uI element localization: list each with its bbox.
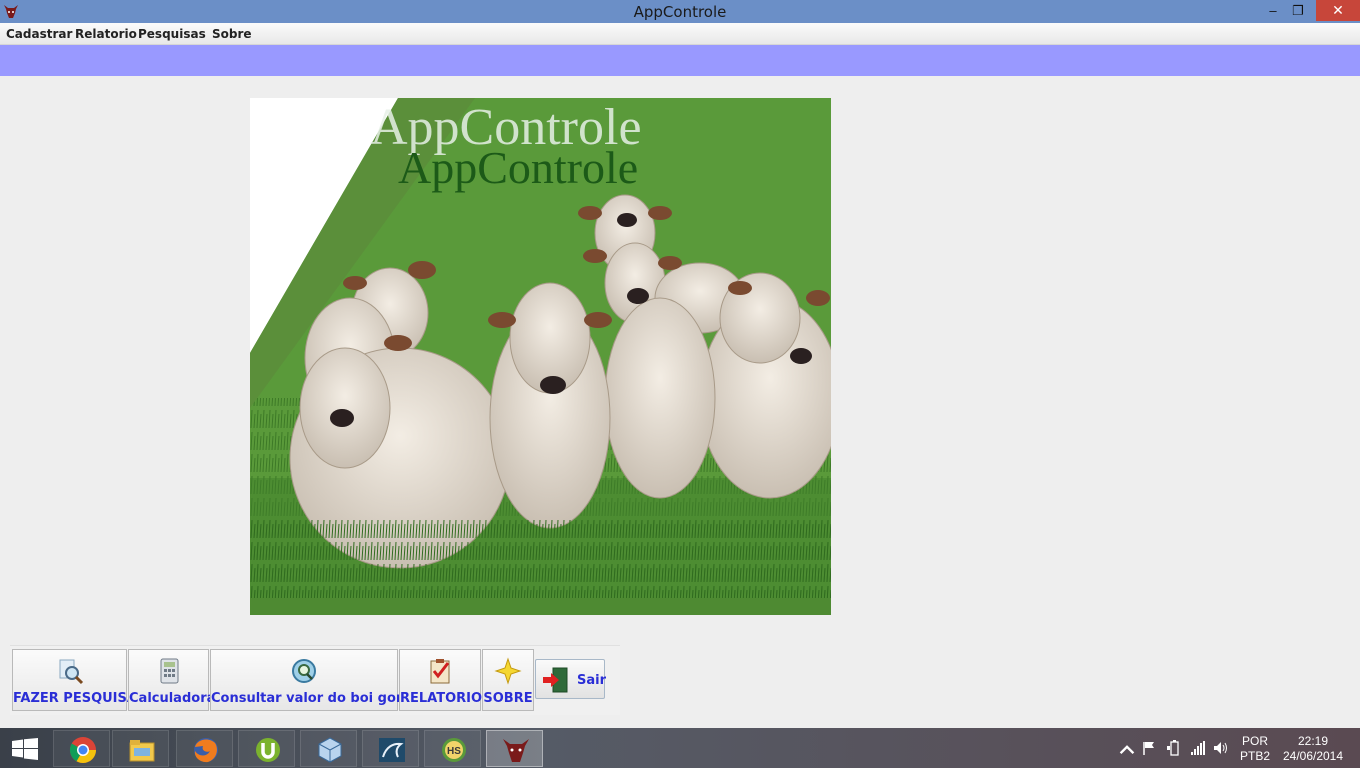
exit-door-icon xyxy=(543,667,568,693)
calculator-icon xyxy=(160,658,178,684)
calculadora-label: Calculadora xyxy=(129,691,216,706)
relatorio-label: RELATORIO xyxy=(400,691,483,706)
taskbar-explorer[interactable] xyxy=(112,730,169,767)
fazer-pesquisa-label: FAZER PESQUISA xyxy=(13,691,137,706)
volume-icon[interactable] xyxy=(1213,740,1229,756)
language-code: POR xyxy=(1241,734,1268,748)
star-icon xyxy=(494,657,522,685)
relatorio-button[interactable]: RELATORIO xyxy=(399,649,483,711)
maximize-button[interactable]: ❐ xyxy=(1286,0,1310,21)
firefox-icon xyxy=(194,738,218,763)
action-toolbar: FAZER PESQUISA Calculadora Consultar val… xyxy=(10,645,620,715)
title-bar: AppControle ‒ ❐ ✕ xyxy=(0,0,1360,23)
appcontrole-bull-icon xyxy=(503,739,529,762)
taskbar-mysql[interactable] xyxy=(362,730,419,767)
show-hidden-icons-icon[interactable] xyxy=(1119,742,1135,758)
header-band xyxy=(0,45,1360,76)
consultar-valor-label: Consultar valor do boi gordo xyxy=(211,691,421,706)
taskbar-hs[interactable]: HS xyxy=(424,730,481,767)
hero-image: AppControle AppControle xyxy=(250,98,831,615)
keyboard-layout: PTB2 xyxy=(1239,749,1270,763)
taskbar-chrome[interactable] xyxy=(53,730,110,767)
clock-time: 22:19 xyxy=(1297,734,1329,748)
chrome-icon xyxy=(69,737,97,764)
file-explorer-icon xyxy=(129,740,155,762)
menu-cadastrar[interactable]: Cadastrar xyxy=(6,27,72,41)
virtualbox-icon xyxy=(318,737,342,763)
fazer-pesquisa-button[interactable]: FAZER PESQUISA xyxy=(12,649,137,711)
clock-date: 24/06/2014 xyxy=(1282,749,1344,763)
taskbar-virtualbox[interactable] xyxy=(300,730,357,767)
magnifier-document-icon xyxy=(59,659,83,685)
utorrent-icon xyxy=(256,738,280,762)
brand-title-shadow: AppControle xyxy=(398,142,639,193)
menu-bar: Cadastrar Relatorio Pesquisas Sobre xyxy=(0,23,1360,45)
window-title: AppControle xyxy=(633,3,727,21)
svg-text:HS: HS xyxy=(447,746,461,757)
clipboard-check-icon xyxy=(430,659,450,684)
taskbar-appcontrole[interactable] xyxy=(486,730,543,767)
system-clock[interactable]: 22:19 24/06/2014 xyxy=(1280,734,1346,764)
calculadora-button[interactable]: Calculadora xyxy=(128,649,216,711)
menu-pesquisas[interactable]: Pesquisas xyxy=(138,27,206,41)
sair-label: Sair xyxy=(577,673,607,688)
menu-sobre[interactable]: Sobre xyxy=(212,27,252,41)
battery-power-icon[interactable] xyxy=(1166,740,1182,756)
close-button[interactable]: ✕ xyxy=(1316,0,1360,21)
taskbar-firefox[interactable] xyxy=(176,730,233,767)
sobre-label: SOBRE xyxy=(483,691,533,706)
minimize-button[interactable]: ‒ xyxy=(1262,0,1284,21)
menu-relatorio[interactable]: Relatorio xyxy=(75,27,137,41)
windows-start-icon[interactable] xyxy=(12,738,38,760)
sair-button[interactable]: Sair xyxy=(535,659,607,699)
action-center-flag-icon[interactable] xyxy=(1141,740,1157,756)
consultar-valor-button[interactable]: Consultar valor do boi gordo xyxy=(210,649,421,711)
sobre-button[interactable]: SOBRE xyxy=(482,649,534,711)
taskbar-utorrent[interactable] xyxy=(238,730,295,767)
taskbar: HS POR PTB2 22:19 24/06/2014 xyxy=(0,728,1360,768)
signal-strength-icon[interactable] xyxy=(1190,740,1206,756)
mysql-icon xyxy=(379,738,405,762)
search-globe-icon xyxy=(292,659,316,683)
input-language-indicator[interactable]: POR PTB2 xyxy=(1239,734,1271,764)
hs-icon: HS xyxy=(442,738,466,762)
